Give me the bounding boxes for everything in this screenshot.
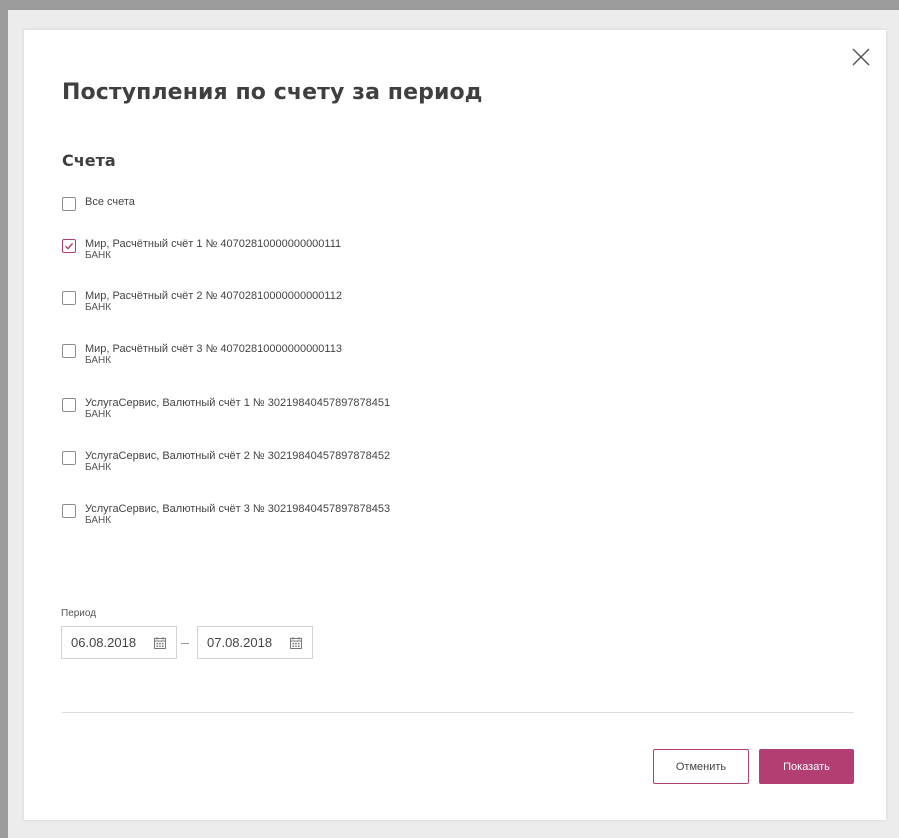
period-label: Период xyxy=(61,608,97,619)
account-row[interactable]: УслугаСервис, Валютный счёт 2 № 30219840… xyxy=(62,450,390,474)
account-checkbox[interactable] xyxy=(62,398,76,412)
account-row[interactable]: Мир, Расчётный счёт 1 № 4070281000000000… xyxy=(62,238,341,262)
account-label: УслугаСервис, Валютный счёт 2 № 30219840… xyxy=(85,450,391,462)
accounts-dialog: Поступления по счету за период Счета Все… xyxy=(24,30,886,820)
dialog-title: Поступления по счету за период xyxy=(62,80,483,105)
account-row[interactable]: Мир, Расчётный счёт 3 № 4070281000000000… xyxy=(62,343,342,367)
date-from-field[interactable]: 06.08.2018 xyxy=(61,626,177,659)
check-icon xyxy=(65,242,74,250)
account-row[interactable]: УслугаСервис, Валютный счёт 3 № 30219840… xyxy=(62,503,390,527)
account-label: УслугаСервис, Валютный счёт 1 № 30219840… xyxy=(85,397,391,409)
account-checkbox[interactable] xyxy=(62,239,76,253)
account-label: Мир, Расчётный счёт 2 № 4070281000000000… xyxy=(85,290,342,302)
calendar-icon[interactable] xyxy=(154,637,166,649)
all-accounts-checkbox[interactable] xyxy=(62,197,76,211)
account-bank: БАНК xyxy=(85,302,112,313)
calendar-icon[interactable] xyxy=(290,637,302,649)
all-accounts-checkbox-row[interactable]: Все счета xyxy=(62,196,135,211)
window-left-border xyxy=(0,0,8,838)
account-label: УслугаСервис, Валютный счёт 3 № 30219840… xyxy=(85,503,391,515)
show-button[interactable]: Показать xyxy=(759,749,854,784)
account-bank: БАНК xyxy=(85,462,112,473)
account-row[interactable]: УслугаСервис, Валютный счёт 1 № 30219840… xyxy=(62,397,390,421)
account-row[interactable]: Мир, Расчётный счёт 2 № 4070281000000000… xyxy=(62,290,342,314)
accounts-section-title: Счета xyxy=(62,151,116,170)
date-from-value: 06.08.2018 xyxy=(71,635,137,650)
account-checkbox[interactable] xyxy=(62,291,76,305)
account-bank: БАНК xyxy=(85,250,112,261)
account-bank: БАНК xyxy=(85,355,112,366)
window-top-border xyxy=(0,0,899,10)
date-range-separator xyxy=(181,643,189,644)
account-bank: БАНК xyxy=(85,515,112,526)
date-to-field[interactable]: 07.08.2018 xyxy=(197,626,313,659)
close-button[interactable] xyxy=(850,46,872,68)
all-accounts-label: Все счета xyxy=(85,196,135,208)
account-label: Мир, Расчётный счёт 3 № 4070281000000000… xyxy=(85,343,342,355)
close-icon[interactable] xyxy=(850,46,872,68)
cancel-button[interactable]: Отменить xyxy=(653,749,749,784)
footer-divider xyxy=(62,712,854,713)
account-bank: БАНК xyxy=(85,409,112,420)
account-checkbox[interactable] xyxy=(62,504,76,518)
account-label: Мир, Расчётный счёт 1 № 4070281000000000… xyxy=(85,238,342,250)
account-checkbox[interactable] xyxy=(62,344,76,358)
date-to-value: 07.08.2018 xyxy=(207,635,273,650)
account-checkbox[interactable] xyxy=(62,451,76,465)
